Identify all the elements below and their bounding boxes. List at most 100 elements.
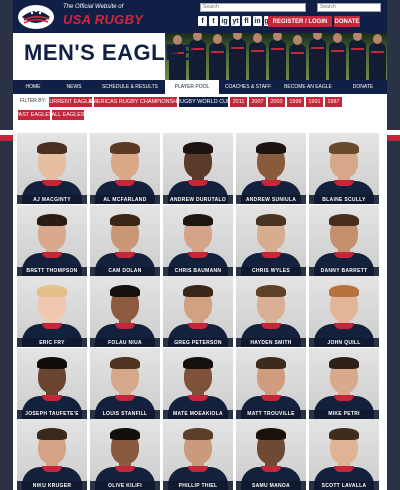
instagram-icon[interactable]: ig	[220, 16, 229, 26]
player-card[interactable]: ERIC FRY	[17, 276, 87, 347]
player-card[interactable]: LOUIS STANFILL	[90, 347, 160, 419]
player-collar	[261, 180, 281, 186]
player-card[interactable]: BRETT THOMPSON	[17, 204, 87, 276]
nav-donate[interactable]: DONATE	[339, 80, 387, 94]
player-card[interactable]: OLIVE KILIFI	[90, 419, 160, 490]
player-card[interactable]: ANDREW SUNIULA	[236, 133, 306, 204]
player-collar	[115, 394, 135, 401]
filter-rugby-world-cup[interactable]: RUGBY WORLD CUP	[176, 97, 231, 107]
player-card[interactable]: JOSEPH TAUFETE'E	[17, 347, 87, 419]
player-card[interactable]: CHRIS WYLES	[236, 204, 306, 276]
player-name[interactable]: HAYDEN SMITH	[236, 338, 306, 347]
player-hair	[183, 428, 213, 440]
filter-1987[interactable]: 1987	[325, 97, 342, 107]
page-title: MEN'S EAGLES	[24, 40, 196, 65]
nav-schedule-results[interactable]: SCHEDULE & RESULTS	[95, 80, 165, 94]
player-collar	[334, 180, 354, 186]
player-name[interactable]: BRETT THOMPSON	[17, 266, 87, 276]
player-name[interactable]: MIKE PETRI	[309, 409, 379, 419]
player-collar	[261, 394, 281, 401]
player-card[interactable]: MATT TROUVILLE	[236, 347, 306, 419]
nav-coaches-staff[interactable]: COACHES & STAFF	[219, 80, 277, 94]
player-name[interactable]: MATE MOEAKIOLA	[163, 409, 233, 419]
player-hair	[183, 285, 213, 297]
player-name[interactable]: DANNY BARRETT	[309, 266, 379, 276]
player-card[interactable]: CHRIS BAUMANN	[163, 204, 233, 276]
facebook-icon[interactable]: f	[198, 16, 207, 26]
player-hair	[329, 213, 359, 226]
filter-2011[interactable]: 2011	[230, 97, 247, 107]
player-card[interactable]: AL MCFARLAND	[90, 133, 160, 204]
youtube-icon[interactable]: yt	[231, 16, 240, 26]
player-card[interactable]: GREG PETERSON	[163, 276, 233, 347]
player-name[interactable]: GREG PETERSON	[163, 338, 233, 347]
search-input-1[interactable]: Search	[200, 3, 306, 12]
player-card[interactable]: CAM DOLAN	[90, 204, 160, 276]
filter-past-eagles[interactable]: PAST EAGLES	[15, 110, 53, 120]
player-name[interactable]: CHRIS BAUMANN	[163, 266, 233, 276]
player-collar	[115, 466, 135, 472]
player-hair	[37, 428, 67, 440]
player-name[interactable]: NIKU KRUGER	[17, 481, 87, 490]
nav-player-pool[interactable]: PLAYER POOL	[165, 80, 219, 94]
search-input-2[interactable]: Search	[317, 3, 381, 12]
nav-news[interactable]: NEWS	[53, 80, 95, 94]
flickr-icon[interactable]: fl	[242, 16, 251, 26]
filter-1991[interactable]: 1991	[306, 97, 323, 107]
nav-home[interactable]: HOME	[13, 80, 53, 94]
player-card[interactable]: ANDREW DURUTALO	[163, 133, 233, 204]
player-card[interactable]: PHILLIP THIEL	[163, 419, 233, 490]
linkedin-icon[interactable]: in	[253, 16, 262, 26]
player-hair	[329, 285, 359, 297]
player-name[interactable]: LOUIS STANFILL	[90, 409, 160, 419]
filter-americas-rugby-championship[interactable]: AMERICAS RUGBY CHAMPIONSHIP	[89, 97, 182, 107]
player-name[interactable]: SCOTT LAVALLA	[309, 481, 379, 490]
player-card[interactable]: DANNY BARRETT	[309, 204, 379, 276]
player-name[interactable]: ANDREW DURUTALO	[163, 195, 233, 204]
filter-2007[interactable]: 2007	[249, 97, 266, 107]
player-card[interactable]: MATE MOEAKIOLA	[163, 347, 233, 419]
player-name[interactable]: MATT TROUVILLE	[236, 409, 306, 419]
player-name[interactable]: JOHN QUILL	[309, 338, 379, 347]
player-name[interactable]: OLIVE KILIFI	[90, 481, 160, 490]
player-name[interactable]: JOSEPH TAUFETE'E	[17, 409, 87, 419]
twitter-icon[interactable]: t	[209, 16, 218, 26]
player-card[interactable]: HAYDEN SMITH	[236, 276, 306, 347]
player-hair	[110, 428, 140, 440]
donate-header-button[interactable]: DONATE	[334, 16, 360, 27]
player-collar	[334, 394, 354, 401]
player-name[interactable]: BLAINE SCULLY	[309, 195, 379, 204]
filter-current-eagles[interactable]: CURRENT EAGLES	[45, 97, 96, 107]
page: The Official Website of USA RUGBY Search…	[13, 0, 387, 490]
player-collar	[42, 251, 62, 258]
player-name[interactable]: CAM DOLAN	[90, 266, 160, 276]
player-collar	[334, 251, 354, 258]
player-name[interactable]: AL MCFARLAND	[90, 195, 160, 204]
usa-rugby-logo-icon[interactable]	[16, 2, 62, 31]
player-name[interactable]: CHRIS WYLES	[236, 266, 306, 276]
player-card[interactable]: JOHN QUILL	[309, 276, 379, 347]
player-card[interactable]: MIKE PETRI	[309, 347, 379, 419]
filter-2003[interactable]: 2003	[268, 97, 285, 107]
player-card[interactable]: BLAINE SCULLY	[309, 133, 379, 204]
player-card[interactable]: FOLAU NIUA	[90, 276, 160, 347]
player-hair	[183, 142, 213, 154]
player-hair	[256, 428, 286, 440]
player-hair	[37, 213, 67, 226]
player-card[interactable]: SAMU MANOA	[236, 419, 306, 490]
player-name[interactable]: AJ MACGINTY	[17, 195, 87, 204]
nav-become-an-eagle[interactable]: BECOME AN EAGLE	[277, 80, 339, 94]
player-name[interactable]: ERIC FRY	[17, 338, 87, 347]
logo-title[interactable]: USA RUGBY	[63, 12, 143, 27]
player-name[interactable]: PHILLIP THIEL	[163, 481, 233, 490]
player-name[interactable]: ANDREW SUNIULA	[236, 195, 306, 204]
player-collar	[188, 394, 208, 401]
player-card[interactable]: SCOTT LAVALLA	[309, 419, 379, 490]
player-card[interactable]: NIKU KRUGER	[17, 419, 87, 490]
filter-1999[interactable]: 1999	[287, 97, 304, 107]
filter-all-eagles[interactable]: ALL EAGLES	[51, 110, 85, 120]
player-name[interactable]: SAMU MANOA	[236, 481, 306, 490]
player-name[interactable]: FOLAU NIUA	[90, 338, 160, 347]
player-card[interactable]: AJ MACGINTY	[17, 133, 87, 204]
register-login-button[interactable]: REGISTER / LOGIN	[268, 16, 332, 27]
